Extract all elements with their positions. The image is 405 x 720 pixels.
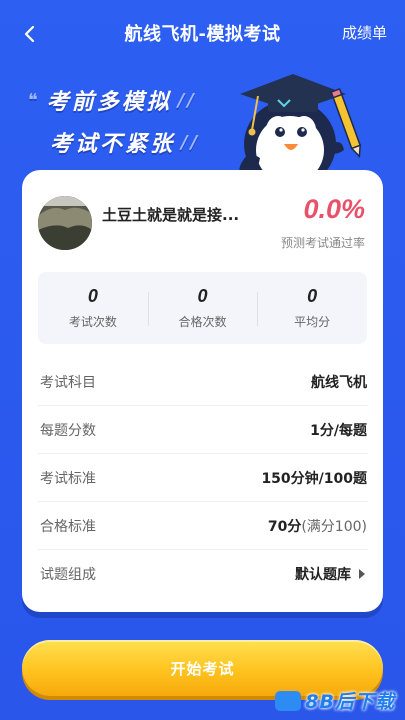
- info-value: 默认题库: [295, 567, 351, 583]
- pass-rate-label: 预测考试通过率: [280, 236, 365, 250]
- avatar[interactable]: [38, 196, 92, 250]
- stat-value: 0: [307, 286, 318, 306]
- info-value: 70分: [267, 518, 302, 535]
- question-bank-selector[interactable]: 默认题库: [295, 564, 367, 584]
- slogan-text-2: 考试不紧张: [50, 132, 176, 157]
- penguin-mascot-icon: [239, 74, 362, 182]
- username: 土豆土就是就是接...: [102, 206, 240, 224]
- info-row-per-question: 每题分数 1分/每题: [38, 406, 367, 454]
- slogan-text-1: 考前多模拟: [46, 90, 172, 115]
- stat-value: 0: [197, 286, 208, 306]
- page-title: 航线飞机-模拟考试: [124, 24, 281, 45]
- info-row-subject: 考试科目 航线飞机: [38, 358, 367, 406]
- stat-pass-count: 0 合格次数: [147, 272, 258, 344]
- stat-value: 0: [87, 286, 98, 306]
- score-report-link[interactable]: 成绩单: [342, 22, 387, 43]
- watermark: 8B后下载: [275, 687, 395, 714]
- caret-right-icon: [359, 569, 365, 579]
- slash-deco-icon: //: [181, 131, 201, 153]
- chevron-left-icon: [24, 25, 35, 43]
- slash-deco-icon: //: [177, 89, 197, 111]
- info-row-composition[interactable]: 试题组成 默认题库: [38, 550, 367, 598]
- back-button[interactable]: [16, 20, 44, 48]
- avatar-image: [38, 196, 92, 250]
- info-label: 每题分数: [40, 422, 96, 439]
- watermark-text: 8B后下载: [305, 691, 395, 713]
- start-exam-label: 开始考试: [170, 659, 235, 678]
- watermark-logo-icon: [275, 690, 302, 711]
- info-value: 1分/每题: [310, 422, 367, 439]
- stat-exam-count: 0 考试次数: [38, 272, 148, 344]
- stat-label: 考试次数: [68, 315, 117, 329]
- stat-average-score: 0 平均分: [257, 272, 367, 344]
- slogan-line-1: ❝ 考前多模拟 //: [22, 84, 206, 116]
- pass-rate-value: 0.0%: [303, 194, 365, 224]
- info-label: 考试标准: [40, 470, 96, 487]
- stats-panel: 0 考试次数 0 合格次数 0 平均分: [38, 272, 367, 344]
- info-label: 考试科目: [40, 374, 96, 391]
- exam-info-list: 考试科目 航线飞机 每题分数 1分/每题 考试标准 150分钟/100题 合格标…: [38, 358, 367, 598]
- info-label: 合格标准: [40, 518, 96, 535]
- info-row-standard: 考试标准 150分钟/100题: [38, 454, 367, 502]
- slogan-line-2: 考试不紧张 //: [50, 126, 206, 158]
- info-label: 试题组成: [40, 567, 96, 583]
- info-value: 航线飞机: [311, 374, 367, 391]
- stat-label: 平均分: [294, 315, 331, 329]
- exam-info-card: 土豆土就是就是接... 0.0% 预测考试通过率 0 考试次数 0 合格次数 0…: [22, 170, 383, 612]
- info-value: 150分钟/100题: [261, 470, 367, 487]
- profile-section: 土豆土就是就是接... 0.0% 预测考试通过率: [38, 194, 367, 254]
- info-value-sub: (满分100): [301, 518, 367, 535]
- quote-mark-icon: ❝: [28, 89, 41, 111]
- info-value-group: 70分 (满分100): [268, 516, 367, 536]
- slogan: ❝ 考前多模拟 // 考试不紧张 //: [22, 84, 206, 158]
- info-row-pass-standard: 合格标准 70分 (满分100): [38, 502, 367, 550]
- stat-label: 合格次数: [178, 315, 227, 329]
